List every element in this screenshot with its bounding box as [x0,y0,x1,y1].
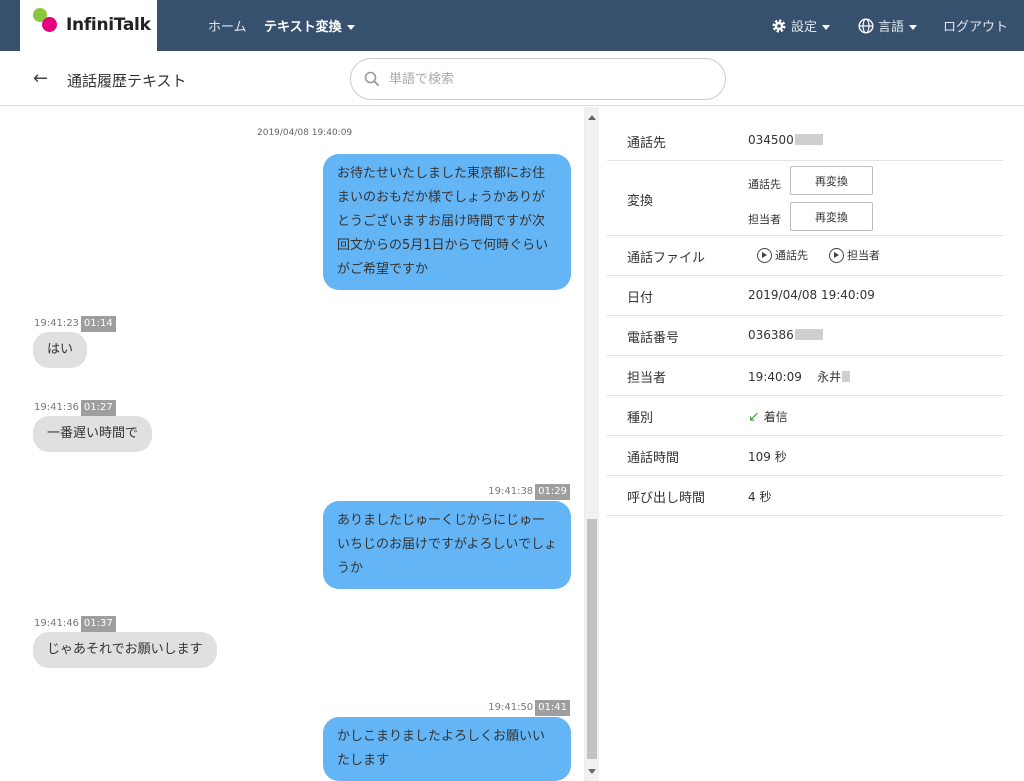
message-time: 19:41:50 [488,702,534,713]
ring-label: 呼び出し時間 [627,491,706,506]
agent-name: 永井 [817,370,842,384]
date-value: 2019/04/08 19:40:09 [748,288,875,302]
call-details-panel: 通話先 034500 変換 通話先 再変換 担当者 再変換 通話ファイル 通話先… [607,121,1003,516]
chevron-down-icon [346,25,355,30]
nav-text-convert[interactable]: テキスト変換 [264,16,355,35]
message-offset: 01:29 [535,484,570,500]
detail-row-phone: 電話番号 036386 [607,316,1003,356]
chat-scrollbar[interactable] [584,107,599,781]
message-meta: 19:41:50 01:41 [488,700,570,716]
convert-callee-label: 通話先 [748,178,781,191]
reconvert-callee-button[interactable]: 再変換 [790,166,873,195]
detail-row-ring: 呼び出し時間 4 秒 [607,476,1003,516]
message-meta: 19:41:23 01:14 [34,316,116,332]
agent-message: お待たせいたしました東京都にお住まいのおもだか様でしょうかありがとうございますお… [323,154,571,290]
gear-icon [772,19,786,33]
search-box[interactable] [350,58,726,100]
chevron-down-icon [822,25,831,30]
agent-time: 19:40:09 [748,370,802,384]
convert-agent-label: 担当者 [748,213,781,226]
chat-transcript[interactable]: 2019/04/08 19:40:09 お待たせいたしました東京都にお住まいのお… [0,107,584,781]
search-input[interactable] [389,68,709,90]
phone-label: 電話番号 [627,331,680,346]
scroll-down-arrow-icon[interactable] [588,769,596,774]
app-logo[interactable]: InfiniTalk [20,0,157,51]
customer-message: はい [33,332,88,368]
scroll-up-arrow-icon[interactable] [588,115,596,120]
ring-value: 4 秒 [748,490,772,504]
agent-value: 19:40:09 永井 [748,368,851,385]
logo-pink-dot [42,17,57,32]
callee-value: 034500 [748,133,823,147]
message-meta: 19:41:36 01:27 [34,400,116,416]
page-title: 通話履歴テキスト [67,72,187,90]
search-icon [364,71,380,87]
customer-message: じゃあそれでお願いします [33,632,217,668]
agent-message: ありましたじゅーくじからにじゅーいちじのお届けですがよろしいでしょうか [323,501,571,589]
play-agent-label: 担当者 [847,249,880,262]
play-callee-label: 通話先 [775,249,808,262]
message-time: 19:41:46 [34,618,79,629]
type-value: ↙ 着信 [748,408,788,425]
message-time: 19:41:36 [34,402,79,413]
reconvert-agent-button[interactable]: 再変換 [790,202,873,231]
play-icon [757,248,772,263]
incoming-call-icon: ↙ [748,409,760,425]
convert-label: 変換 [627,194,654,209]
play-callee-audio[interactable]: 通話先 [757,247,808,263]
play-icon [829,248,844,263]
callee-label: 通話先 [627,136,667,151]
redacted-block [794,329,823,340]
back-arrow-icon[interactable]: ← [33,68,48,89]
phone-number: 036386 [748,328,794,342]
message-time: 19:41:23 [34,318,79,329]
date-label: 日付 [627,291,654,306]
chevron-down-icon [909,25,918,30]
message-meta: 19:41:38 01:29 [488,484,570,500]
customer-message: 一番遅い時間で [33,416,153,452]
detail-row-convert: 変換 通話先 再変換 担当者 再変換 [607,161,1003,236]
file-label: 通話ファイル [627,251,706,266]
agent-label: 担当者 [627,371,667,386]
play-agent-audio[interactable]: 担当者 [829,247,880,263]
agent-message: かしこまりましたよろしくお願いいたします [323,717,571,781]
scroll-thumb[interactable] [587,519,597,759]
message-offset: 01:14 [80,316,116,332]
type-text: 着信 [763,410,788,424]
message-meta: 19:41:46 01:37 [34,616,116,632]
duration-label: 通話時間 [627,451,680,466]
detail-row-agent: 担当者 19:40:09 永井 [607,356,1003,396]
top-navbar: InfiniTalk ホーム テキスト変換 設定 言語 ログアウト [0,0,1024,51]
message-time: 19:41:38 [488,486,534,497]
nav-language-label: 言語 [878,20,905,35]
nav-settings[interactable]: 設定 [771,16,831,35]
globe-icon [858,18,874,34]
nav-settings-label: 設定 [791,20,818,35]
redacted-block [842,371,851,382]
nav-home[interactable]: ホーム [208,16,247,35]
message-offset: 01:27 [80,400,116,416]
detail-row-duration: 通話時間 109 秒 [607,436,1003,476]
duration-value: 109 秒 [748,450,787,464]
message-offset: 01:37 [80,616,116,632]
nav-logout[interactable]: ログアウト [943,16,1008,35]
logo-text: InfiniTalk [66,15,151,35]
phone-value: 036386 [748,328,823,342]
detail-row-callee: 通話先 034500 [607,121,1003,161]
type-label: 種別 [627,411,654,426]
page-header: ← 通話履歴テキスト [0,51,1024,106]
detail-row-date: 日付 2019/04/08 19:40:09 [607,276,1003,316]
redacted-block [794,134,823,145]
message-offset: 01:41 [535,700,570,716]
detail-row-type: 種別 ↙ 着信 [607,396,1003,436]
callee-number: 034500 [748,133,794,147]
chat-date: 2019/04/08 19:40:09 [257,128,353,138]
detail-row-file: 通話ファイル 通話先 担当者 [607,236,1003,276]
nav-language[interactable]: 言語 [858,16,918,35]
nav-text-convert-label: テキスト変換 [264,20,342,35]
